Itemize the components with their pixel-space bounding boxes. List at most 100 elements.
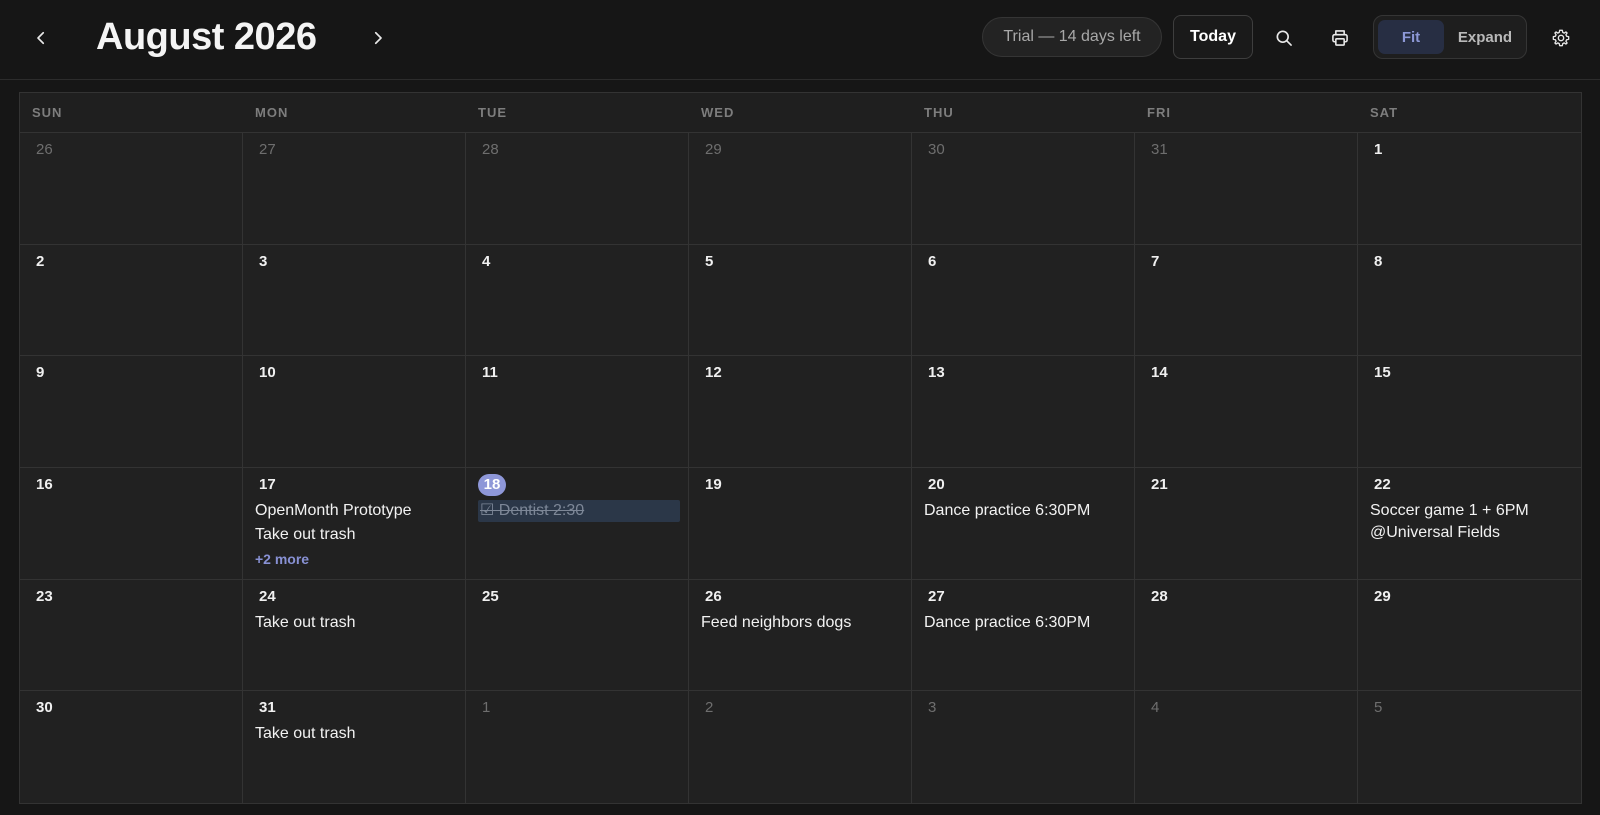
weekday-label: FRI — [1147, 105, 1171, 120]
date-number: 19 — [705, 476, 722, 493]
view-fit-option[interactable]: Fit — [1378, 20, 1444, 54]
completed-event[interactable]: ☑ Dentist 2:30 — [478, 500, 680, 522]
event-list: Take out trash — [255, 723, 457, 747]
weekday-label: SUN — [32, 105, 63, 120]
day-cell[interactable]: 1 — [1358, 133, 1581, 245]
day-cell[interactable]: 1 — [466, 691, 689, 803]
date-number: 10 — [259, 364, 276, 382]
search-button[interactable] — [1268, 22, 1300, 54]
day-cell[interactable]: 28 — [466, 133, 689, 245]
date-number: 31 — [1151, 141, 1168, 158]
weekday-label: WED — [701, 105, 735, 120]
calendar-event[interactable]: Feed neighbors dogs — [701, 612, 903, 634]
event-list: Feed neighbors dogs — [701, 612, 903, 636]
weekday-label: THU — [924, 105, 954, 120]
day-cell[interactable]: 23 — [20, 579, 243, 692]
day-cell[interactable]: 2 — [20, 244, 243, 357]
day-cell[interactable]: 31 — [1135, 133, 1358, 245]
day-cell[interactable]: 2 — [689, 691, 912, 803]
day-cell[interactable]: 26 — [20, 133, 243, 245]
date-number: 9 — [36, 364, 45, 382]
day-cell[interactable]: 31 Take out trash — [243, 691, 466, 803]
today-date-number: 18 — [478, 474, 506, 496]
day-cell[interactable]: 15 — [1358, 356, 1581, 468]
day-cell[interactable]: 12 — [689, 356, 912, 468]
day-cell[interactable]: 9 — [20, 356, 243, 468]
weekday-label: MON — [255, 105, 289, 120]
view-expand-option[interactable]: Expand — [1448, 20, 1522, 54]
day-cell[interactable]: 27 — [243, 133, 466, 245]
calendar-event[interactable]: Dance practice 6:30PM — [924, 500, 1126, 522]
date-number: 7 — [1151, 252, 1160, 270]
day-cell[interactable]: 30 — [912, 133, 1135, 245]
day-cell[interactable]: 13 — [912, 356, 1135, 468]
day-cell[interactable]: 16 — [20, 468, 243, 580]
date-number: 1 — [1374, 141, 1383, 158]
today-button[interactable]: Today — [1173, 15, 1253, 59]
month-title: August 2026 — [96, 16, 317, 58]
day-cell[interactable]: 3 — [243, 244, 466, 357]
date-number: 27 — [259, 141, 276, 158]
day-cell[interactable]: 7 — [1135, 244, 1358, 357]
calendar-event[interactable]: Take out trash — [255, 612, 457, 634]
day-cell[interactable]: 17 OpenMonth Prototype Take out trash +2 mo… — [243, 468, 466, 580]
day-cell[interactable]: 30 — [20, 691, 243, 803]
more-events-link[interactable]: +2 more — [255, 548, 457, 570]
date-number: 24 — [259, 587, 276, 605]
date-number: 17 — [259, 476, 276, 493]
day-cell[interactable]: 29 — [689, 133, 912, 245]
date-number: 30 — [928, 141, 945, 158]
date-number: 3 — [259, 252, 268, 270]
event-list: ☑ Dentist 2:30 — [478, 500, 680, 524]
day-cell[interactable]: 27 Dance practice 6:30PM — [912, 579, 1135, 692]
event-list: OpenMonth Prototype Take out trash +2 more — [255, 500, 457, 570]
calendar-event[interactable]: OpenMonth Prototype — [255, 500, 457, 522]
date-number: 15 — [1374, 364, 1391, 382]
date-number: 21 — [1151, 476, 1168, 493]
date-number: 3 — [928, 699, 937, 717]
day-cell[interactable]: 4 — [1135, 691, 1358, 803]
day-cell[interactable]: 29 — [1358, 579, 1581, 692]
day-cell[interactable]: 28 — [1135, 579, 1358, 692]
print-button[interactable] — [1324, 22, 1356, 54]
date-number: 29 — [1374, 587, 1391, 605]
day-cell[interactable]: 6 — [912, 244, 1135, 357]
settings-button[interactable] — [1545, 22, 1577, 54]
date-number: 22 — [1374, 476, 1391, 493]
trial-badge[interactable]: Trial — 14 days left — [982, 17, 1162, 57]
day-cell[interactable]: 4 — [466, 244, 689, 357]
calendar-event[interactable]: Take out trash — [255, 723, 457, 745]
day-cell[interactable]: 25 — [466, 579, 689, 692]
day-cell[interactable]: 22 Soccer game 1 + 6PM @Universal Fields — [1358, 468, 1581, 580]
next-month-button[interactable] — [362, 22, 394, 54]
day-cell[interactable]: 10 — [243, 356, 466, 468]
day-cell[interactable]: 21 — [1135, 468, 1358, 580]
date-number: 26 — [36, 141, 53, 158]
day-cell[interactable]: 5 — [689, 244, 912, 357]
date-number: 8 — [1374, 252, 1383, 270]
day-cell[interactable]: 14 — [1135, 356, 1358, 468]
calendar-event[interactable]: Take out trash — [255, 524, 457, 546]
date-number: 14 — [1151, 364, 1168, 382]
day-cell-today[interactable]: 18 ☑ Dentist 2:30 — [466, 468, 689, 580]
previous-month-button[interactable] — [25, 22, 57, 54]
day-cell[interactable]: 24 Take out trash — [243, 579, 466, 692]
day-cell[interactable]: 3 — [912, 691, 1135, 803]
calendar-event[interactable]: Soccer game 1 + 6PM @Universal Fields — [1370, 500, 1573, 544]
day-cell[interactable]: 19 — [689, 468, 912, 580]
day-cell[interactable]: 5 — [1358, 691, 1581, 803]
date-number: 4 — [482, 252, 491, 270]
day-cell[interactable]: 11 — [466, 356, 689, 468]
event-list: Take out trash — [255, 612, 457, 636]
date-number: 5 — [705, 252, 714, 270]
day-cell[interactable]: 20 Dance practice 6:30PM — [912, 468, 1135, 580]
event-list: Soccer game 1 + 6PM @Universal Fields — [1370, 500, 1573, 546]
calendar-event[interactable]: Dance practice 6:30PM — [924, 612, 1126, 634]
day-cell[interactable]: 26 Feed neighbors dogs — [689, 579, 912, 692]
date-number: 25 — [482, 587, 499, 605]
date-number: 30 — [36, 699, 53, 717]
gear-icon — [1552, 29, 1570, 47]
date-number: 1 — [482, 699, 491, 717]
day-cell[interactable]: 8 — [1358, 244, 1581, 357]
date-number: 23 — [36, 587, 53, 605]
